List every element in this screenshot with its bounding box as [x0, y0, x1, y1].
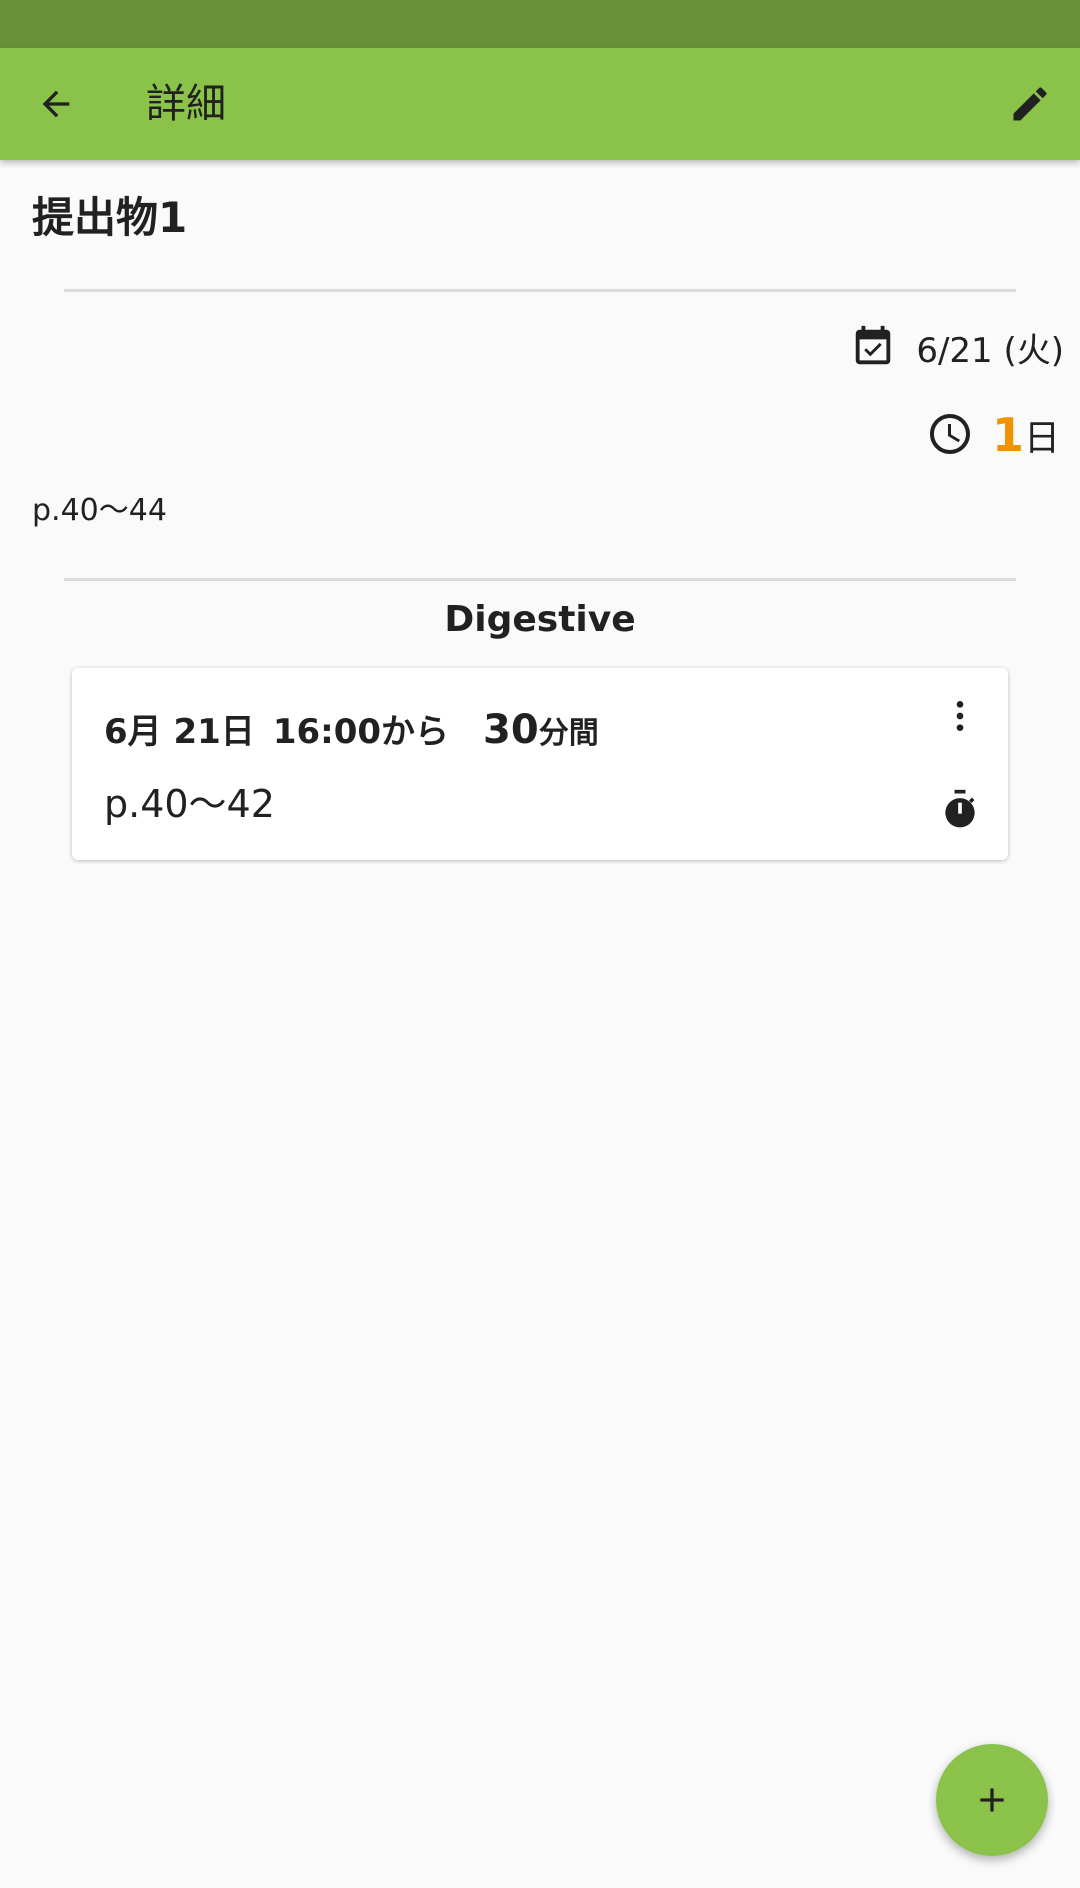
- more-options-button[interactable]: [936, 692, 984, 740]
- divider: [64, 289, 1016, 292]
- clock-icon: [929, 414, 970, 454]
- subject-name: Digestive: [444, 599, 636, 640]
- item-note: p.40～44: [32, 493, 167, 528]
- add-session-fab[interactable]: [936, 1744, 1048, 1856]
- remaining-days-value: 1: [991, 408, 1024, 462]
- calendar-check-icon: [856, 325, 891, 365]
- due-date-row: 6/21 (火): [850, 322, 1064, 372]
- session-duration-value: 30: [483, 707, 539, 753]
- session-start-time: 16:00から: [272, 712, 450, 752]
- stopwatch-icon: [945, 789, 975, 828]
- app-bar-title: 詳細: [146, 81, 226, 127]
- session-header: 6月 21日 16:00から 30 分間: [104, 704, 599, 753]
- remaining-days-row: 1 日: [926, 406, 1060, 462]
- back-button[interactable]: [24, 72, 88, 136]
- arrow-back-icon: [42, 90, 70, 118]
- due-date: 6/21 (火): [916, 330, 1064, 371]
- pencil-icon: [1013, 87, 1047, 121]
- item-title: 提出物1: [32, 193, 188, 242]
- edit-button[interactable]: [998, 72, 1062, 136]
- divider: [64, 578, 1016, 581]
- app-bar: 詳細: [0, 48, 1080, 160]
- status-bar: [0, 0, 1080, 48]
- study-session-card[interactable]: 6月 21日 16:00から 30 分間 p.40～42: [72, 668, 1008, 860]
- plus-icon: [980, 1788, 1004, 1812]
- start-timer-button[interactable]: [936, 786, 984, 834]
- more-vert-icon: [956, 701, 964, 731]
- session-pages: p.40～42: [104, 782, 275, 826]
- session-duration-unit: 分間: [538, 716, 599, 751]
- session-date: 6月 21日: [104, 712, 255, 752]
- remaining-days-unit: 日: [1023, 418, 1060, 459]
